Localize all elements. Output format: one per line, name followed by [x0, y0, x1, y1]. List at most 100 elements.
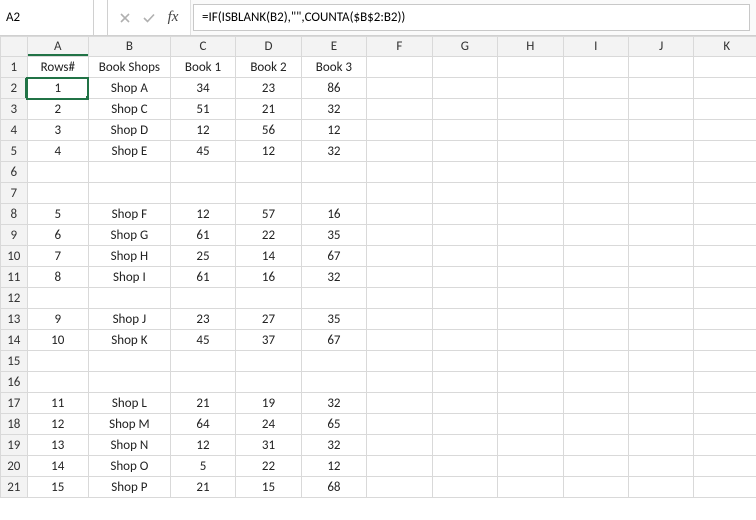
cell[interactable]: 16	[236, 267, 301, 288]
enter-icon[interactable]	[140, 9, 158, 27]
cell[interactable]: Book 1	[170, 57, 235, 78]
cell[interactable]: Shop K	[88, 330, 170, 351]
column-header-I[interactable]: I	[563, 37, 628, 57]
cell[interactable]	[432, 477, 497, 498]
cell[interactable]: 21	[236, 99, 301, 120]
cell[interactable]	[27, 288, 88, 309]
cell[interactable]: 65	[301, 414, 366, 435]
formula-input[interactable]	[193, 4, 750, 31]
cell[interactable]	[498, 351, 563, 372]
cell[interactable]: 5	[27, 204, 88, 225]
cell[interactable]: Shop I	[88, 267, 170, 288]
cell[interactable]: 32	[301, 435, 366, 456]
cell[interactable]: 12	[170, 204, 235, 225]
cell[interactable]	[498, 204, 563, 225]
cell[interactable]	[563, 162, 628, 183]
cell[interactable]: 68	[301, 477, 366, 498]
cell[interactable]	[498, 267, 563, 288]
cell[interactable]	[367, 414, 432, 435]
cell[interactable]: 64	[170, 414, 235, 435]
cell[interactable]	[432, 183, 497, 204]
cell[interactable]: 86	[301, 78, 366, 99]
cell[interactable]: Shop C	[88, 99, 170, 120]
cell[interactable]	[27, 372, 88, 393]
cell[interactable]	[432, 162, 497, 183]
name-box[interactable]	[0, 0, 94, 35]
cell[interactable]	[563, 267, 628, 288]
cell[interactable]: 4	[27, 141, 88, 162]
cell[interactable]: 45	[170, 141, 235, 162]
cell[interactable]	[628, 183, 693, 204]
row-header[interactable]: 11	[1, 267, 28, 288]
cell[interactable]: Shop F	[88, 204, 170, 225]
cell[interactable]: 22	[236, 456, 301, 477]
cell[interactable]	[367, 330, 432, 351]
cell[interactable]	[694, 330, 756, 351]
row-header[interactable]: 4	[1, 120, 28, 141]
cell[interactable]: Rows#	[27, 57, 88, 78]
cell[interactable]	[628, 99, 693, 120]
cell[interactable]	[694, 393, 756, 414]
column-header-C[interactable]: C	[170, 37, 235, 57]
cell[interactable]	[367, 183, 432, 204]
cell[interactable]	[563, 183, 628, 204]
cell[interactable]	[498, 57, 563, 78]
cell[interactable]: 10	[27, 330, 88, 351]
column-header-H[interactable]: H	[498, 37, 563, 57]
cell[interactable]	[27, 183, 88, 204]
cell[interactable]	[498, 183, 563, 204]
cell[interactable]	[628, 435, 693, 456]
cell[interactable]	[628, 414, 693, 435]
cell[interactable]	[498, 372, 563, 393]
cell[interactable]	[694, 183, 756, 204]
cell[interactable]: Shop A	[88, 78, 170, 99]
row-header[interactable]: 14	[1, 330, 28, 351]
cell[interactable]	[498, 309, 563, 330]
cell[interactable]	[628, 57, 693, 78]
cell[interactable]	[563, 99, 628, 120]
cell[interactable]: 51	[170, 99, 235, 120]
cell[interactable]	[236, 183, 301, 204]
cell[interactable]	[367, 225, 432, 246]
cell[interactable]: Book 2	[236, 57, 301, 78]
cell[interactable]	[563, 372, 628, 393]
cell[interactable]	[694, 57, 756, 78]
cell[interactable]	[694, 435, 756, 456]
cell[interactable]: 24	[236, 414, 301, 435]
cell[interactable]	[432, 372, 497, 393]
cell[interactable]	[301, 183, 366, 204]
cell[interactable]	[27, 162, 88, 183]
row-header[interactable]: 6	[1, 162, 28, 183]
cell[interactable]: Shop O	[88, 456, 170, 477]
cell[interactable]	[563, 120, 628, 141]
cell[interactable]	[628, 288, 693, 309]
cell[interactable]	[301, 372, 366, 393]
cell[interactable]: 8	[27, 267, 88, 288]
cell[interactable]	[367, 120, 432, 141]
cell[interactable]: 35	[301, 309, 366, 330]
cell[interactable]: 16	[301, 204, 366, 225]
row-header[interactable]: 10	[1, 246, 28, 267]
cell[interactable]	[367, 351, 432, 372]
cell[interactable]: Shop G	[88, 225, 170, 246]
cell[interactable]	[170, 351, 235, 372]
cell[interactable]	[170, 183, 235, 204]
cell[interactable]	[432, 57, 497, 78]
cell[interactable]: 1	[27, 78, 88, 99]
cell[interactable]: 9	[27, 309, 88, 330]
cell[interactable]	[563, 414, 628, 435]
cell[interactable]	[367, 99, 432, 120]
cell[interactable]	[367, 288, 432, 309]
cell[interactable]: 12	[301, 120, 366, 141]
cell[interactable]	[694, 267, 756, 288]
cell[interactable]	[432, 141, 497, 162]
cell[interactable]: 5	[170, 456, 235, 477]
cell[interactable]: Book Shops	[88, 57, 170, 78]
cell[interactable]	[563, 141, 628, 162]
cell[interactable]	[432, 435, 497, 456]
cell[interactable]	[628, 393, 693, 414]
cell[interactable]	[367, 267, 432, 288]
cell[interactable]: Book 3	[301, 57, 366, 78]
cell[interactable]: 12	[27, 414, 88, 435]
cell[interactable]	[236, 162, 301, 183]
